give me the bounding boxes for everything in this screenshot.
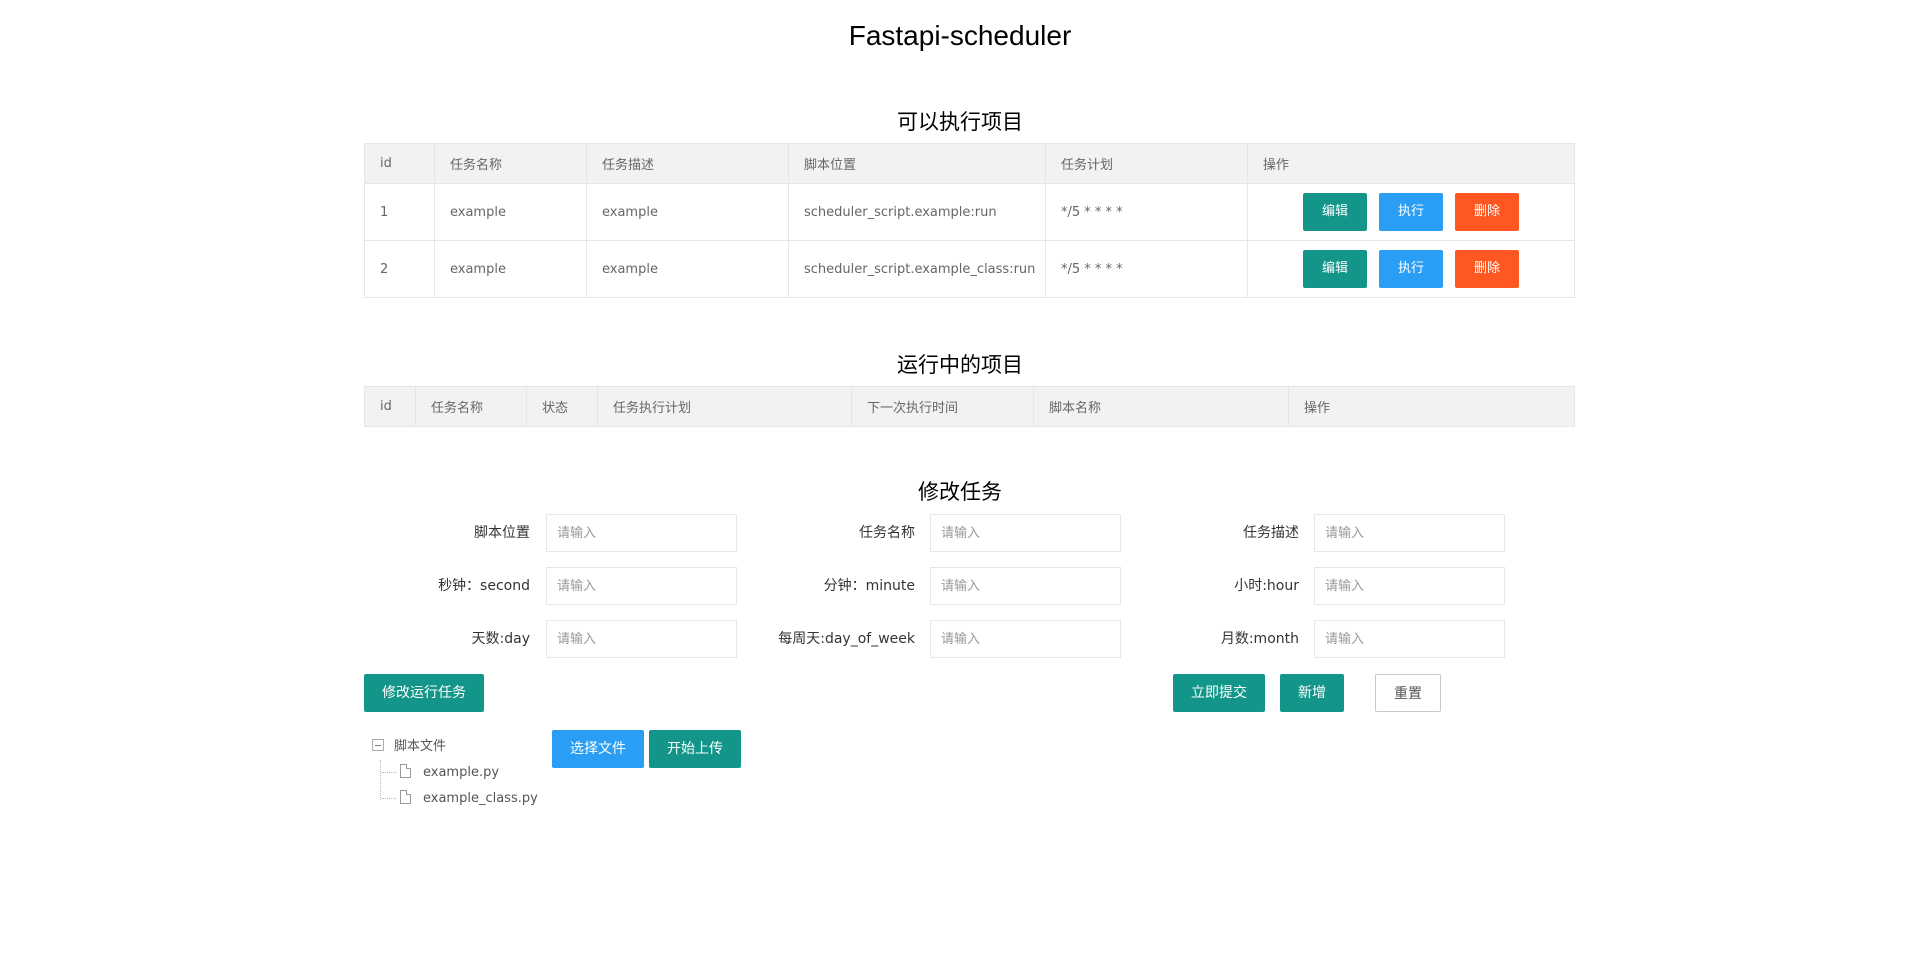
tree-connector [380, 760, 381, 800]
task-desc-label: 任务描述 [1243, 525, 1299, 541]
tree-branch [382, 772, 396, 773]
minute-label: 分钟：minute [823, 578, 915, 594]
column-header-actions: 操作 [1288, 386, 1575, 427]
running-tasks-table: id 任务名称 状态 任务执行计划 下一次执行时间 脚本名称 操作 [364, 386, 1575, 427]
available-section-title: 可以执行项目 [897, 110, 1023, 134]
table-header-row: id 任务名称 状态 任务执行计划 下一次执行时间 脚本名称 操作 [364, 386, 1575, 427]
submit-button[interactable]: 立即提交 [1173, 674, 1265, 712]
cell-desc: example [586, 183, 789, 241]
cell-desc: example [586, 240, 789, 298]
cell-script: scheduler_script.example:run [788, 183, 1046, 241]
start-upload-button[interactable]: 开始上传 [649, 730, 741, 768]
second-label: 秒钟：second [438, 578, 530, 594]
cell-id: 2 [364, 240, 435, 298]
column-header-id: id [364, 143, 435, 184]
cell-name: example [434, 183, 587, 241]
tree-file-label: example_class.py [423, 791, 538, 806]
month-input[interactable] [1314, 620, 1505, 658]
column-header-plan: 任务执行计划 [597, 386, 852, 427]
choose-file-button[interactable]: 选择文件 [552, 730, 644, 768]
task-desc-input[interactable] [1314, 514, 1505, 552]
tree-branch [382, 798, 396, 799]
running-section-title: 运行中的项目 [897, 353, 1023, 377]
tree-root-label: 脚本文件 [394, 739, 447, 754]
column-header-next-run: 下一次执行时间 [851, 386, 1034, 427]
form-row-2: 秒钟：second 分钟：minute 小时:hour [364, 567, 1574, 605]
table-row: 1 example example scheduler_script.examp… [364, 183, 1575, 241]
delete-button[interactable]: 删除 [1455, 250, 1519, 288]
hour-label: 小时:hour [1234, 578, 1299, 594]
column-header-actions: 操作 [1247, 143, 1575, 184]
column-header-plan: 任务计划 [1045, 143, 1248, 184]
form-row-3: 天数:day 每周天:day_of_week 月数:month [364, 620, 1574, 658]
file-icon [400, 789, 411, 804]
column-header-script-name: 脚本名称 [1033, 386, 1289, 427]
day-label: 天数:day [471, 631, 530, 647]
script-path-label: 脚本位置 [474, 525, 530, 541]
column-header-script: 脚本位置 [788, 143, 1046, 184]
column-header-status: 状态 [526, 386, 598, 427]
task-name-label: 任务名称 [859, 525, 915, 541]
tree-file-item[interactable]: example.py [382, 760, 538, 786]
modify-running-task-button[interactable]: 修改运行任务 [364, 674, 484, 712]
tree-root[interactable]: 脚本文件 [372, 734, 538, 760]
file-icon [400, 763, 411, 778]
add-button[interactable]: 新增 [1280, 674, 1344, 712]
cell-id: 1 [364, 183, 435, 241]
tree-children: example.py example_class.py [372, 760, 538, 812]
cell-plan: */5 * * * * [1045, 240, 1248, 298]
hour-input[interactable] [1314, 567, 1505, 605]
run-button[interactable]: 执行 [1379, 250, 1443, 288]
available-tasks-table: id 任务名称 任务描述 脚本位置 任务计划 操作 1 example exam… [364, 143, 1575, 298]
column-header-id: id [364, 386, 416, 427]
month-label: 月数:month [1220, 631, 1299, 647]
cell-actions: 编辑 执行 删除 [1247, 183, 1575, 241]
run-button[interactable]: 执行 [1379, 193, 1443, 231]
page-title: Fastapi-scheduler [848, 20, 1072, 51]
delete-button[interactable]: 删除 [1455, 193, 1519, 231]
form-section-title: 修改任务 [918, 480, 1002, 504]
column-header-name: 任务名称 [415, 386, 527, 427]
collapse-icon[interactable] [372, 738, 384, 751]
edit-button[interactable]: 编辑 [1303, 193, 1367, 231]
column-header-desc: 任务描述 [586, 143, 789, 184]
column-header-name: 任务名称 [434, 143, 587, 184]
cell-script: scheduler_script.example_class:run [788, 240, 1046, 298]
cell-name: example [434, 240, 587, 298]
day-of-week-label: 每周天:day_of_week [778, 631, 915, 647]
cell-actions: 编辑 执行 删除 [1247, 240, 1575, 298]
cell-plan: */5 * * * * [1045, 183, 1248, 241]
table-row: 2 example example scheduler_script.examp… [364, 240, 1575, 298]
script-file-tree: 脚本文件 example.py example_class.py [372, 734, 538, 812]
table-header-row: id 任务名称 任务描述 脚本位置 任务计划 操作 [364, 143, 1575, 184]
edit-button[interactable]: 编辑 [1303, 250, 1367, 288]
reset-button[interactable]: 重置 [1375, 674, 1441, 712]
form-row-1: 脚本位置 任务名称 任务描述 [364, 514, 1574, 552]
tree-file-label: example.py [423, 765, 500, 780]
tree-file-item[interactable]: example_class.py [382, 786, 538, 812]
